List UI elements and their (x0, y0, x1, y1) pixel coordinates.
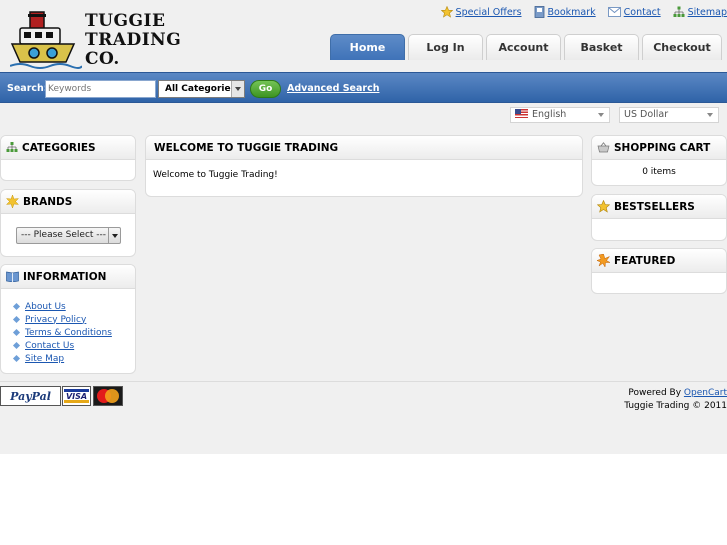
bookmark-link[interactable]: Bookmark (534, 6, 596, 18)
welcome-box: WELCOME TO TUGGIE TRADING Welcome to Tug… (145, 135, 583, 197)
sitemap-icon (6, 142, 18, 152)
featured-title: FEATURED (614, 254, 676, 267)
list-item: About Us (12, 300, 112, 313)
page-title: WELCOME TO TUGGIE TRADING (154, 141, 339, 154)
copyright-text: Tuggie Trading © 2011 (624, 401, 727, 411)
categories-title: CATEGORIES (22, 141, 96, 154)
page-background: TUGGIE TRADING CO. Special Offers Bookma… (0, 0, 727, 454)
star-icon (440, 6, 453, 18)
language-select[interactable]: English (510, 107, 610, 123)
sitemap-link[interactable]: Sitemap (673, 6, 727, 18)
brands-box: BRANDS --- Please Select --- (0, 189, 136, 257)
bookmark-label[interactable]: Bookmark (548, 7, 596, 18)
currency-value: US Dollar (624, 109, 669, 120)
mastercard-logo (93, 386, 123, 406)
star-burst-icon (6, 195, 19, 208)
welcome-text: Welcome to Tuggie Trading! (153, 170, 278, 180)
envelope-icon (607, 7, 621, 17)
bestsellers-title: BESTSELLERS (614, 200, 695, 213)
currency-select[interactable]: US Dollar (619, 107, 719, 123)
featured-box: FEATURED (591, 248, 727, 294)
tab-checkout[interactable]: Checkout (642, 34, 722, 60)
language-value: English (532, 109, 567, 120)
bestsellers-header: BESTSELLERS (592, 195, 726, 219)
brands-header: BRANDS (1, 190, 135, 214)
about-us-link[interactable]: About Us (25, 302, 66, 312)
shopping-cart-box: SHOPPING CART 0 items (591, 135, 727, 186)
brand-select[interactable]: --- Please Select --- (16, 227, 121, 244)
store-logo[interactable]: TUGGIE TRADING CO. (10, 10, 181, 70)
bookmark-icon (534, 6, 544, 18)
categories-header: CATEGORIES (1, 136, 135, 160)
list-item: Contact Us (12, 339, 112, 352)
cart-item-count: 0 items (642, 167, 676, 177)
bullet-icon (12, 328, 21, 337)
categories-box: CATEGORIES (0, 135, 136, 181)
category-select-value: All Categories (165, 84, 236, 94)
information-box: INFORMATION About Us Privacy Policy Term… (0, 264, 136, 374)
list-item: Site Map (12, 352, 112, 365)
contact-us-link[interactable]: Contact Us (25, 341, 74, 351)
brand-select-value: --- Please Select --- (21, 230, 107, 240)
search-input[interactable] (45, 80, 156, 98)
sitemap-label[interactable]: Sitemap (688, 7, 727, 18)
welcome-header: WELCOME TO TUGGIE TRADING (146, 136, 582, 160)
go-button[interactable]: Go (250, 80, 281, 98)
advanced-search-link[interactable]: Advanced Search (287, 83, 379, 94)
visa-logo: VISA (62, 386, 91, 406)
information-links: About Us Privacy Policy Terms & Conditio… (12, 300, 112, 365)
powered-by: Powered By OpenCart Tuggie Trading © 201… (624, 387, 727, 413)
featured-header: FEATURED (592, 249, 726, 273)
chevron-down-icon (707, 113, 713, 117)
special-offers-label[interactable]: Special Offers (456, 7, 522, 18)
main-nav-tabs: Home Log In Account Basket Checkout (330, 34, 725, 60)
logo-text: TUGGIE TRADING CO. (85, 11, 182, 69)
mastercard-icon (97, 389, 119, 403)
terms-link[interactable]: Terms & Conditions (25, 328, 112, 338)
powered-prefix: Powered By (628, 388, 682, 398)
bestsellers-box: BESTSELLERS (591, 194, 727, 241)
bullet-icon (12, 341, 21, 350)
sitemap-icon (673, 6, 685, 17)
brands-title: BRANDS (23, 195, 73, 208)
search-label: Search: (7, 83, 48, 94)
opencart-link[interactable]: OpenCart (684, 388, 727, 398)
shopping-cart-header: SHOPPING CART (592, 136, 726, 160)
tugboat-icon (10, 11, 82, 69)
burst-icon (597, 254, 610, 267)
tab-basket[interactable]: Basket (564, 34, 639, 60)
information-header: INFORMATION (1, 265, 135, 289)
list-item: Privacy Policy (12, 313, 112, 326)
us-flag-icon (515, 109, 528, 118)
privacy-policy-link[interactable]: Privacy Policy (25, 315, 86, 325)
bullet-icon (12, 315, 21, 324)
footer-divider (0, 381, 727, 382)
contact-link[interactable]: Contact (607, 7, 661, 18)
bullet-icon (12, 302, 21, 311)
information-title: INFORMATION (23, 270, 107, 283)
special-offers-link[interactable]: Special Offers (440, 6, 522, 18)
tab-home[interactable]: Home (330, 34, 405, 60)
tab-account[interactable]: Account (486, 34, 561, 60)
bullet-icon (12, 354, 21, 363)
basket-icon (597, 142, 610, 153)
site-map-link[interactable]: Site Map (25, 354, 64, 364)
top-links: Special Offers Bookmark Contact Sitemap (429, 5, 727, 19)
list-item: Terms & Conditions (12, 326, 112, 339)
tab-login[interactable]: Log In (408, 34, 483, 60)
chevron-down-icon (108, 228, 120, 243)
category-select[interactable]: All Categories (158, 80, 245, 98)
book-icon (6, 271, 19, 282)
search-bar: Search: All Categories Go Advanced Searc… (0, 72, 727, 103)
contact-label[interactable]: Contact (624, 7, 661, 18)
shopping-cart-title: SHOPPING CART (614, 141, 711, 154)
chevron-down-icon (598, 113, 604, 117)
star-icon (597, 200, 610, 213)
paypal-logo: PayPal (0, 386, 61, 406)
chevron-down-icon (231, 81, 244, 97)
